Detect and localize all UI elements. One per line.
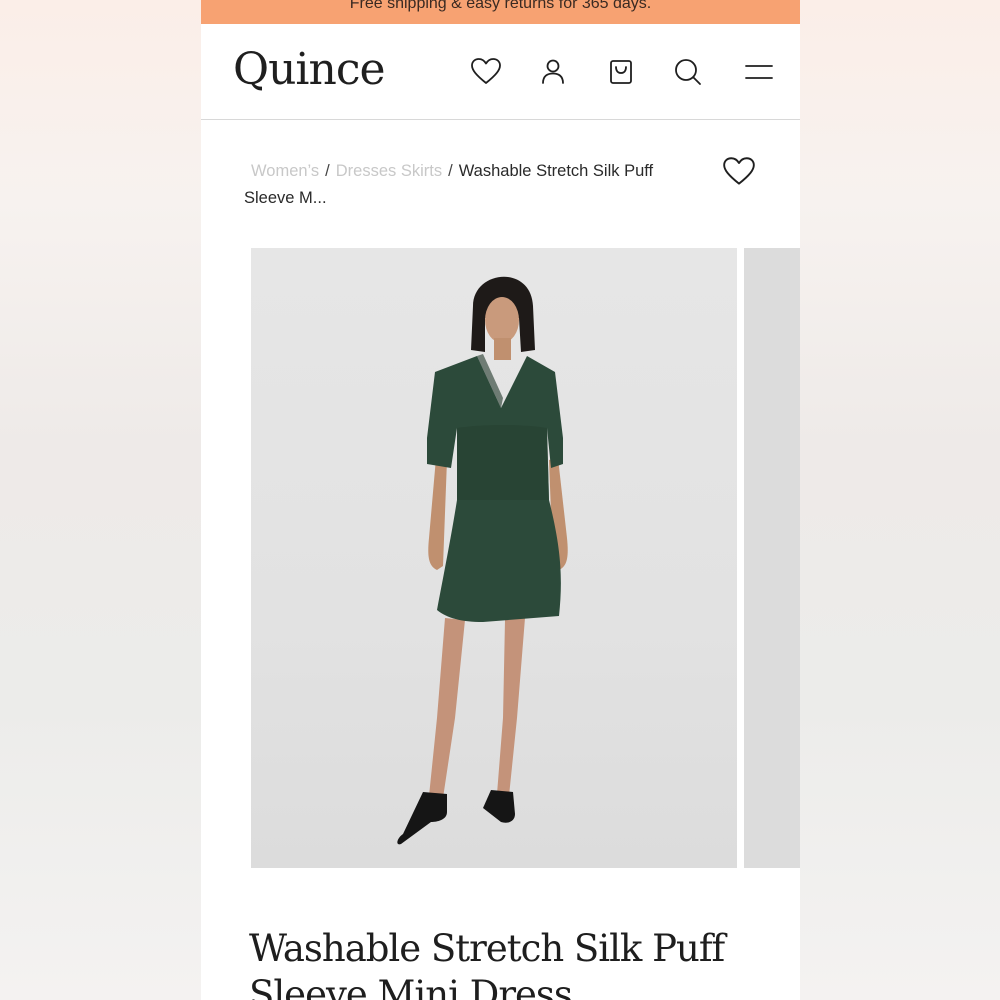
product-title: Washable Stretch Silk Puff Sleeve Mini D… — [249, 927, 725, 1000]
background-right — [800, 0, 1000, 1000]
cart-button[interactable] — [603, 54, 639, 90]
model-illustration — [397, 276, 568, 845]
breadcrumb-dresses-skirts[interactable]: Dresses Skirts — [336, 162, 442, 180]
menu-button[interactable] — [741, 54, 777, 90]
account-button[interactable] — [535, 54, 571, 90]
menu-icon — [745, 65, 773, 79]
search-button[interactable] — [670, 54, 706, 90]
user-icon — [542, 59, 564, 84]
brand-logo[interactable]: Quince — [233, 44, 386, 95]
product-photo[interactable] — [251, 248, 737, 868]
heart-icon — [471, 58, 501, 84]
breadcrumb: Women’s / Dresses Skirts / Washable Stretch … — [244, 158, 694, 212]
favorite-product-button[interactable] — [721, 154, 757, 190]
mobile-page: Free shipping & easy returns for 365 day… — [201, 0, 800, 1000]
site-header: Quince — [201, 24, 800, 120]
product-gallery[interactable] — [251, 248, 800, 868]
promo-text: Free shipping & easy returns for 365 day… — [349, 0, 652, 12]
breadcrumb-separator: / — [448, 162, 453, 180]
breadcrumb-womens[interactable]: Women’s — [251, 162, 319, 180]
shopping-bag-icon — [610, 60, 632, 84]
wishlist-button[interactable] — [468, 54, 504, 90]
heart-icon — [723, 157, 755, 185]
breadcrumb-separator: / — [325, 162, 330, 180]
background-left — [0, 0, 201, 1000]
next-product-photo[interactable] — [744, 248, 800, 868]
search-icon — [675, 59, 701, 85]
promo-banner[interactable]: Free shipping & easy returns for 365 day… — [201, 0, 800, 24]
